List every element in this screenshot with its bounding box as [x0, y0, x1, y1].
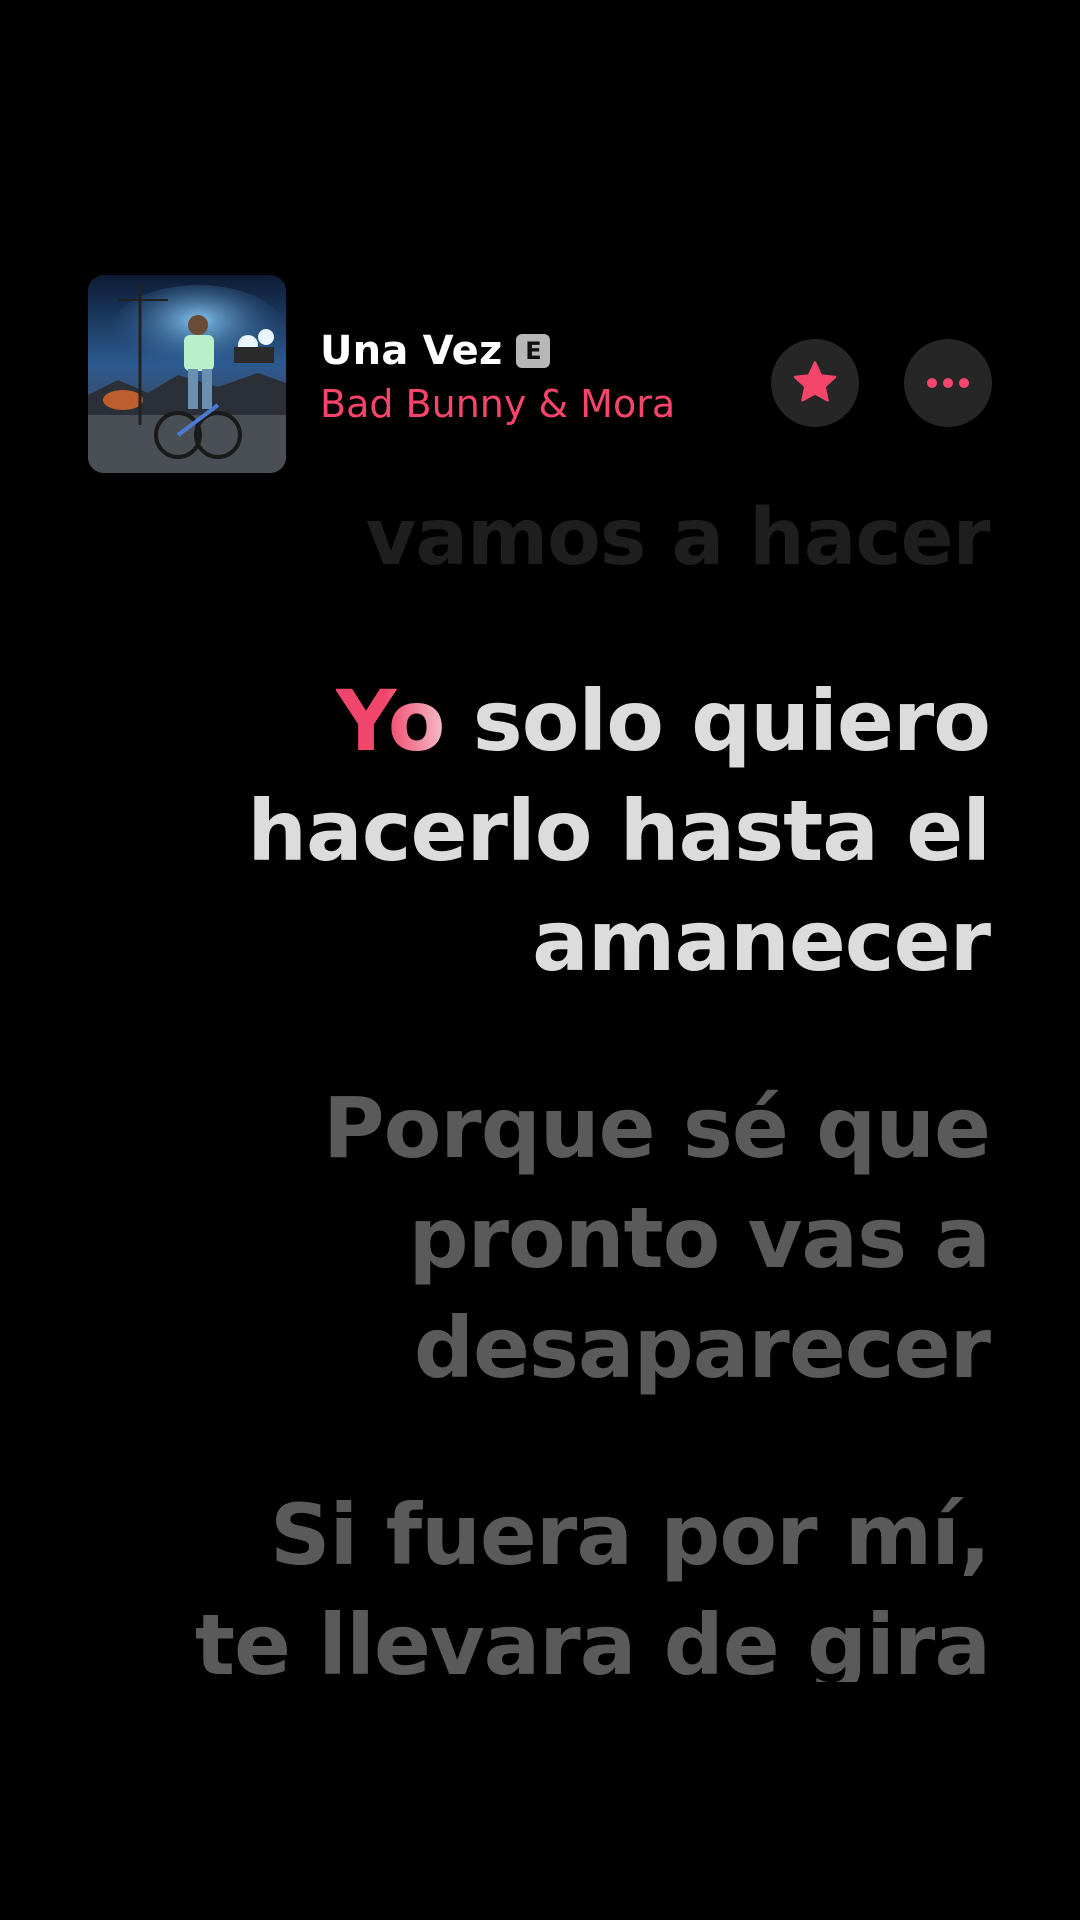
- explicit-badge: E: [516, 334, 551, 368]
- more-icon: [927, 378, 969, 388]
- lyric-line: amanecer: [532, 892, 991, 990]
- current-lyric[interactable]: Yo solo quiero hacerlo hasta el amanecer: [90, 666, 991, 996]
- now-playing-header: Una Vez E Bad Bunny & Mora: [88, 275, 992, 473]
- lyric-text: solo quiero: [444, 672, 991, 770]
- lyric-line: Yo solo quiero: [90, 666, 991, 776]
- star-icon: [793, 361, 837, 402]
- title-row: Una Vez E: [320, 331, 675, 371]
- lyric-line: hacerlo hasta el: [247, 782, 991, 880]
- previous-lyric-line[interactable]: vamos a hacer: [90, 483, 990, 588]
- next-lyric[interactable]: Porque sé que pronto vas a desaparecer: [90, 1073, 991, 1403]
- lyric-line: pronto vas a: [408, 1189, 991, 1287]
- album-artwork[interactable]: [88, 275, 286, 473]
- lyric-line: Porque sé que: [323, 1079, 991, 1177]
- lyric-line: Si fuera por mí,: [270, 1486, 990, 1584]
- lyric-line: desaparecer: [413, 1299, 991, 1397]
- track-info: Una Vez E Bad Bunny & Mora: [320, 331, 675, 423]
- active-lyric-word: Yo: [335, 672, 446, 770]
- song-title[interactable]: Una Vez: [320, 331, 502, 371]
- favorite-button[interactable]: [771, 339, 859, 427]
- lyric-line: te llevara de gira: [194, 1596, 990, 1682]
- album-art-image: [88, 275, 286, 473]
- lyric-line: vamos a hacer: [365, 493, 990, 583]
- upcoming-lyric[interactable]: Si fuera por mí, te llevara de gira: [90, 1480, 990, 1682]
- more-options-button[interactable]: [904, 339, 992, 427]
- artist-name[interactable]: Bad Bunny & Mora: [320, 385, 675, 423]
